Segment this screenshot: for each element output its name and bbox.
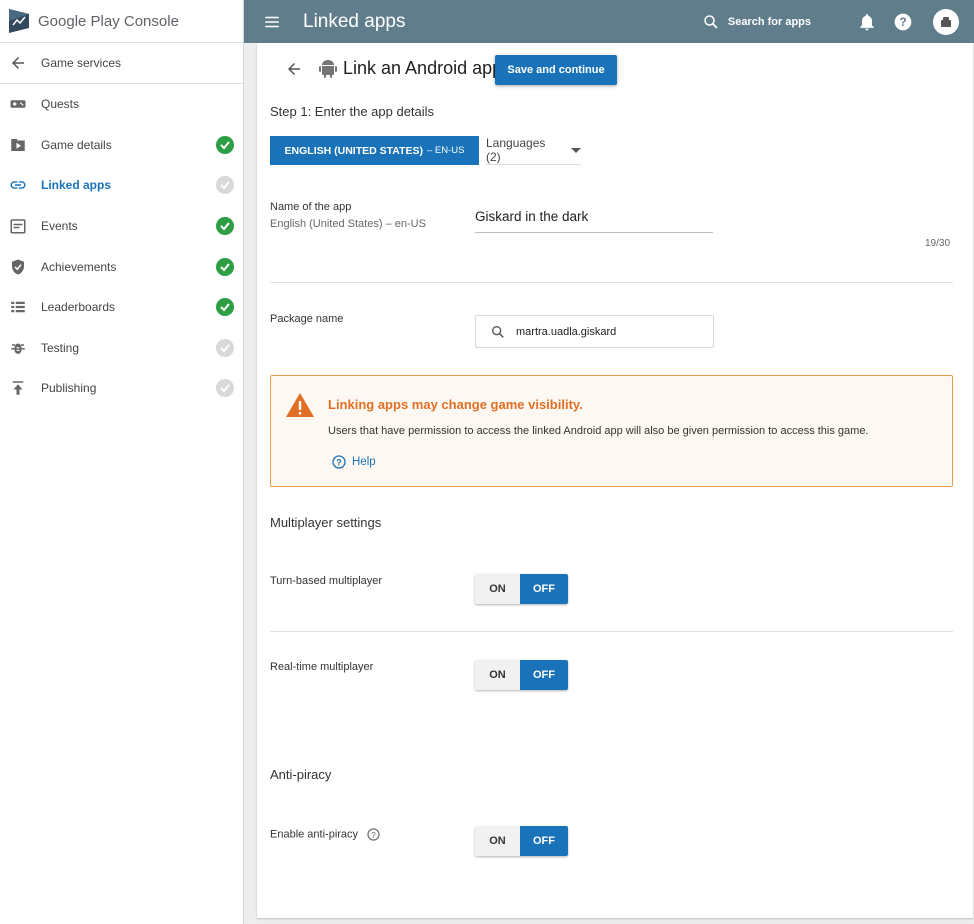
- complete-check-icon: [216, 217, 234, 236]
- language-tab-en-us[interactable]: ENGLISH (UNITED STATES) – EN-US: [270, 136, 479, 165]
- sidebar-item-label: Game details: [41, 137, 112, 152]
- complete-check-icon: [216, 135, 234, 154]
- turn-based-on-button[interactable]: ON: [475, 574, 520, 604]
- app-name-label: Name of the app: [270, 201, 352, 213]
- sidebar-item-label: Events: [41, 219, 78, 234]
- help-link[interactable]: ? Help: [332, 455, 376, 469]
- sidebar-back-label: Game services: [41, 56, 122, 70]
- package-name-value: martra.uadla.giskard: [516, 325, 617, 338]
- menu-icon[interactable]: [263, 13, 281, 31]
- sidebar-item-testing[interactable]: Testing: [0, 328, 243, 369]
- package-name-label: Package name: [270, 313, 344, 325]
- anti-piracy-label-row: Enable anti-piracy ?: [270, 828, 380, 841]
- incomplete-check-icon: [216, 176, 234, 195]
- sidebar-item-label: Quests: [41, 97, 80, 112]
- real-time-label: Real-time multiplayer: [270, 661, 374, 673]
- account-avatar[interactable]: [933, 8, 959, 35]
- search-apps[interactable]: Search for apps: [702, 13, 811, 31]
- search-icon: [704, 14, 718, 29]
- help-circle-icon[interactable]: ?: [367, 828, 380, 841]
- arrow-back-icon: [12, 57, 24, 69]
- languages-dropdown-label: Languages (2): [486, 136, 546, 164]
- divider: [270, 631, 953, 632]
- gamepad-icon: [9, 95, 27, 113]
- card-header: Link an Android app Save and continue: [257, 43, 973, 93]
- sidebar-item-linked-apps[interactable]: Linked apps: [0, 165, 243, 206]
- warning-body: Users that have permission to access the…: [328, 425, 869, 437]
- sidebar-item-achievements[interactable]: Achievements: [0, 246, 243, 287]
- char-counter: 19/30: [925, 238, 951, 249]
- step-heading: Step 1: Enter the app details: [270, 104, 435, 119]
- sidebar-item-game-details[interactable]: Game details: [0, 125, 243, 166]
- sidebar-item-publishing[interactable]: Publishing: [0, 368, 243, 409]
- sidebar-item-label: Achievements: [41, 259, 117, 274]
- real-time-on-button[interactable]: ON: [475, 660, 520, 690]
- complete-check-icon: [216, 257, 234, 276]
- warning-triangle-icon: [286, 393, 314, 417]
- help-link-label: Help: [352, 456, 376, 468]
- app-name-sublabel: English (United States) – en-US: [270, 218, 426, 230]
- notifications-bell-icon[interactable]: [857, 12, 877, 32]
- visibility-warning-banner: Linking apps may change game visibility.…: [270, 375, 953, 487]
- bug-icon: [9, 339, 27, 357]
- anti-piracy-toggle: ON OFF: [475, 826, 568, 856]
- page-title: Linked apps: [303, 10, 406, 32]
- sidebar-item-events[interactable]: Events: [0, 206, 243, 247]
- sidebar-item-quests[interactable]: Quests: [0, 84, 243, 125]
- play-console-logo-icon: [9, 9, 29, 33]
- incomplete-check-icon: [216, 338, 234, 357]
- avatar-icon: [941, 16, 951, 27]
- android-icon: [319, 60, 337, 78]
- svg-text:?: ?: [336, 458, 342, 468]
- link-icon: [9, 176, 27, 194]
- anti-piracy-label: Enable anti-piracy: [270, 828, 359, 841]
- sidebar-item-label: Leaderboards: [41, 300, 116, 315]
- turn-based-toggle: ON OFF: [475, 574, 568, 604]
- play-box-icon: [9, 136, 27, 154]
- svg-text:?: ?: [371, 830, 376, 840]
- anti-piracy-on-button[interactable]: ON: [475, 826, 520, 856]
- help-circle-icon: ?: [332, 455, 346, 469]
- complete-check-icon: [216, 298, 234, 317]
- sidebar-item-label: Publishing: [41, 381, 97, 396]
- search-label: Search for apps: [727, 15, 811, 28]
- publish-icon: [9, 379, 27, 397]
- brand-header[interactable]: Google Play Console: [0, 0, 243, 43]
- brand-name: Google Play Console: [38, 12, 179, 30]
- save-and-continue-button[interactable]: Save and continue: [495, 55, 617, 85]
- list-icon: [9, 298, 27, 316]
- help-icon[interactable]: ?: [893, 12, 913, 32]
- incomplete-check-icon: [216, 379, 234, 398]
- languages-dropdown[interactable]: Languages (2): [486, 136, 581, 165]
- turn-based-label: Turn-based multiplayer: [270, 575, 383, 587]
- multiplayer-settings-heading: Multiplayer settings: [270, 515, 382, 530]
- svg-text:?: ?: [899, 16, 906, 29]
- sidebar-item-label: Testing: [41, 340, 80, 355]
- shield-icon: [9, 258, 27, 276]
- sidebar-back-game-services[interactable]: Game services: [0, 43, 243, 84]
- sidebar: Google Play Console Game services Quests…: [0, 0, 244, 924]
- package-name-input[interactable]: martra.uadla.giskard: [475, 315, 714, 348]
- sidebar-item-leaderboards[interactable]: Leaderboards: [0, 287, 243, 328]
- search-icon: [492, 325, 504, 338]
- turn-based-off-button[interactable]: OFF: [520, 574, 568, 604]
- card-title: Link an Android app: [343, 58, 503, 78]
- real-time-off-button[interactable]: OFF: [520, 660, 568, 690]
- anti-piracy-heading: Anti-piracy: [270, 767, 332, 782]
- anti-piracy-off-button[interactable]: OFF: [520, 826, 568, 856]
- real-time-toggle: ON OFF: [475, 660, 568, 690]
- sidebar-item-label: Linked apps: [41, 178, 112, 193]
- arrow-back-icon[interactable]: [285, 60, 303, 78]
- events-icon: [9, 217, 27, 235]
- dropdown-caret-icon: [571, 147, 581, 153]
- top-app-bar: Linked apps Search for apps ?: [244, 0, 974, 43]
- warning-title: Linking apps may change game visibility.: [328, 397, 583, 412]
- language-tab-label: ENGLISH (UNITED STATES): [284, 144, 423, 157]
- app-name-input[interactable]: Giskard in the dark: [475, 205, 713, 233]
- language-tab-suffix: – EN-US: [426, 145, 465, 156]
- main-card: Link an Android app Save and continue St…: [257, 43, 973, 918]
- divider: [270, 282, 953, 283]
